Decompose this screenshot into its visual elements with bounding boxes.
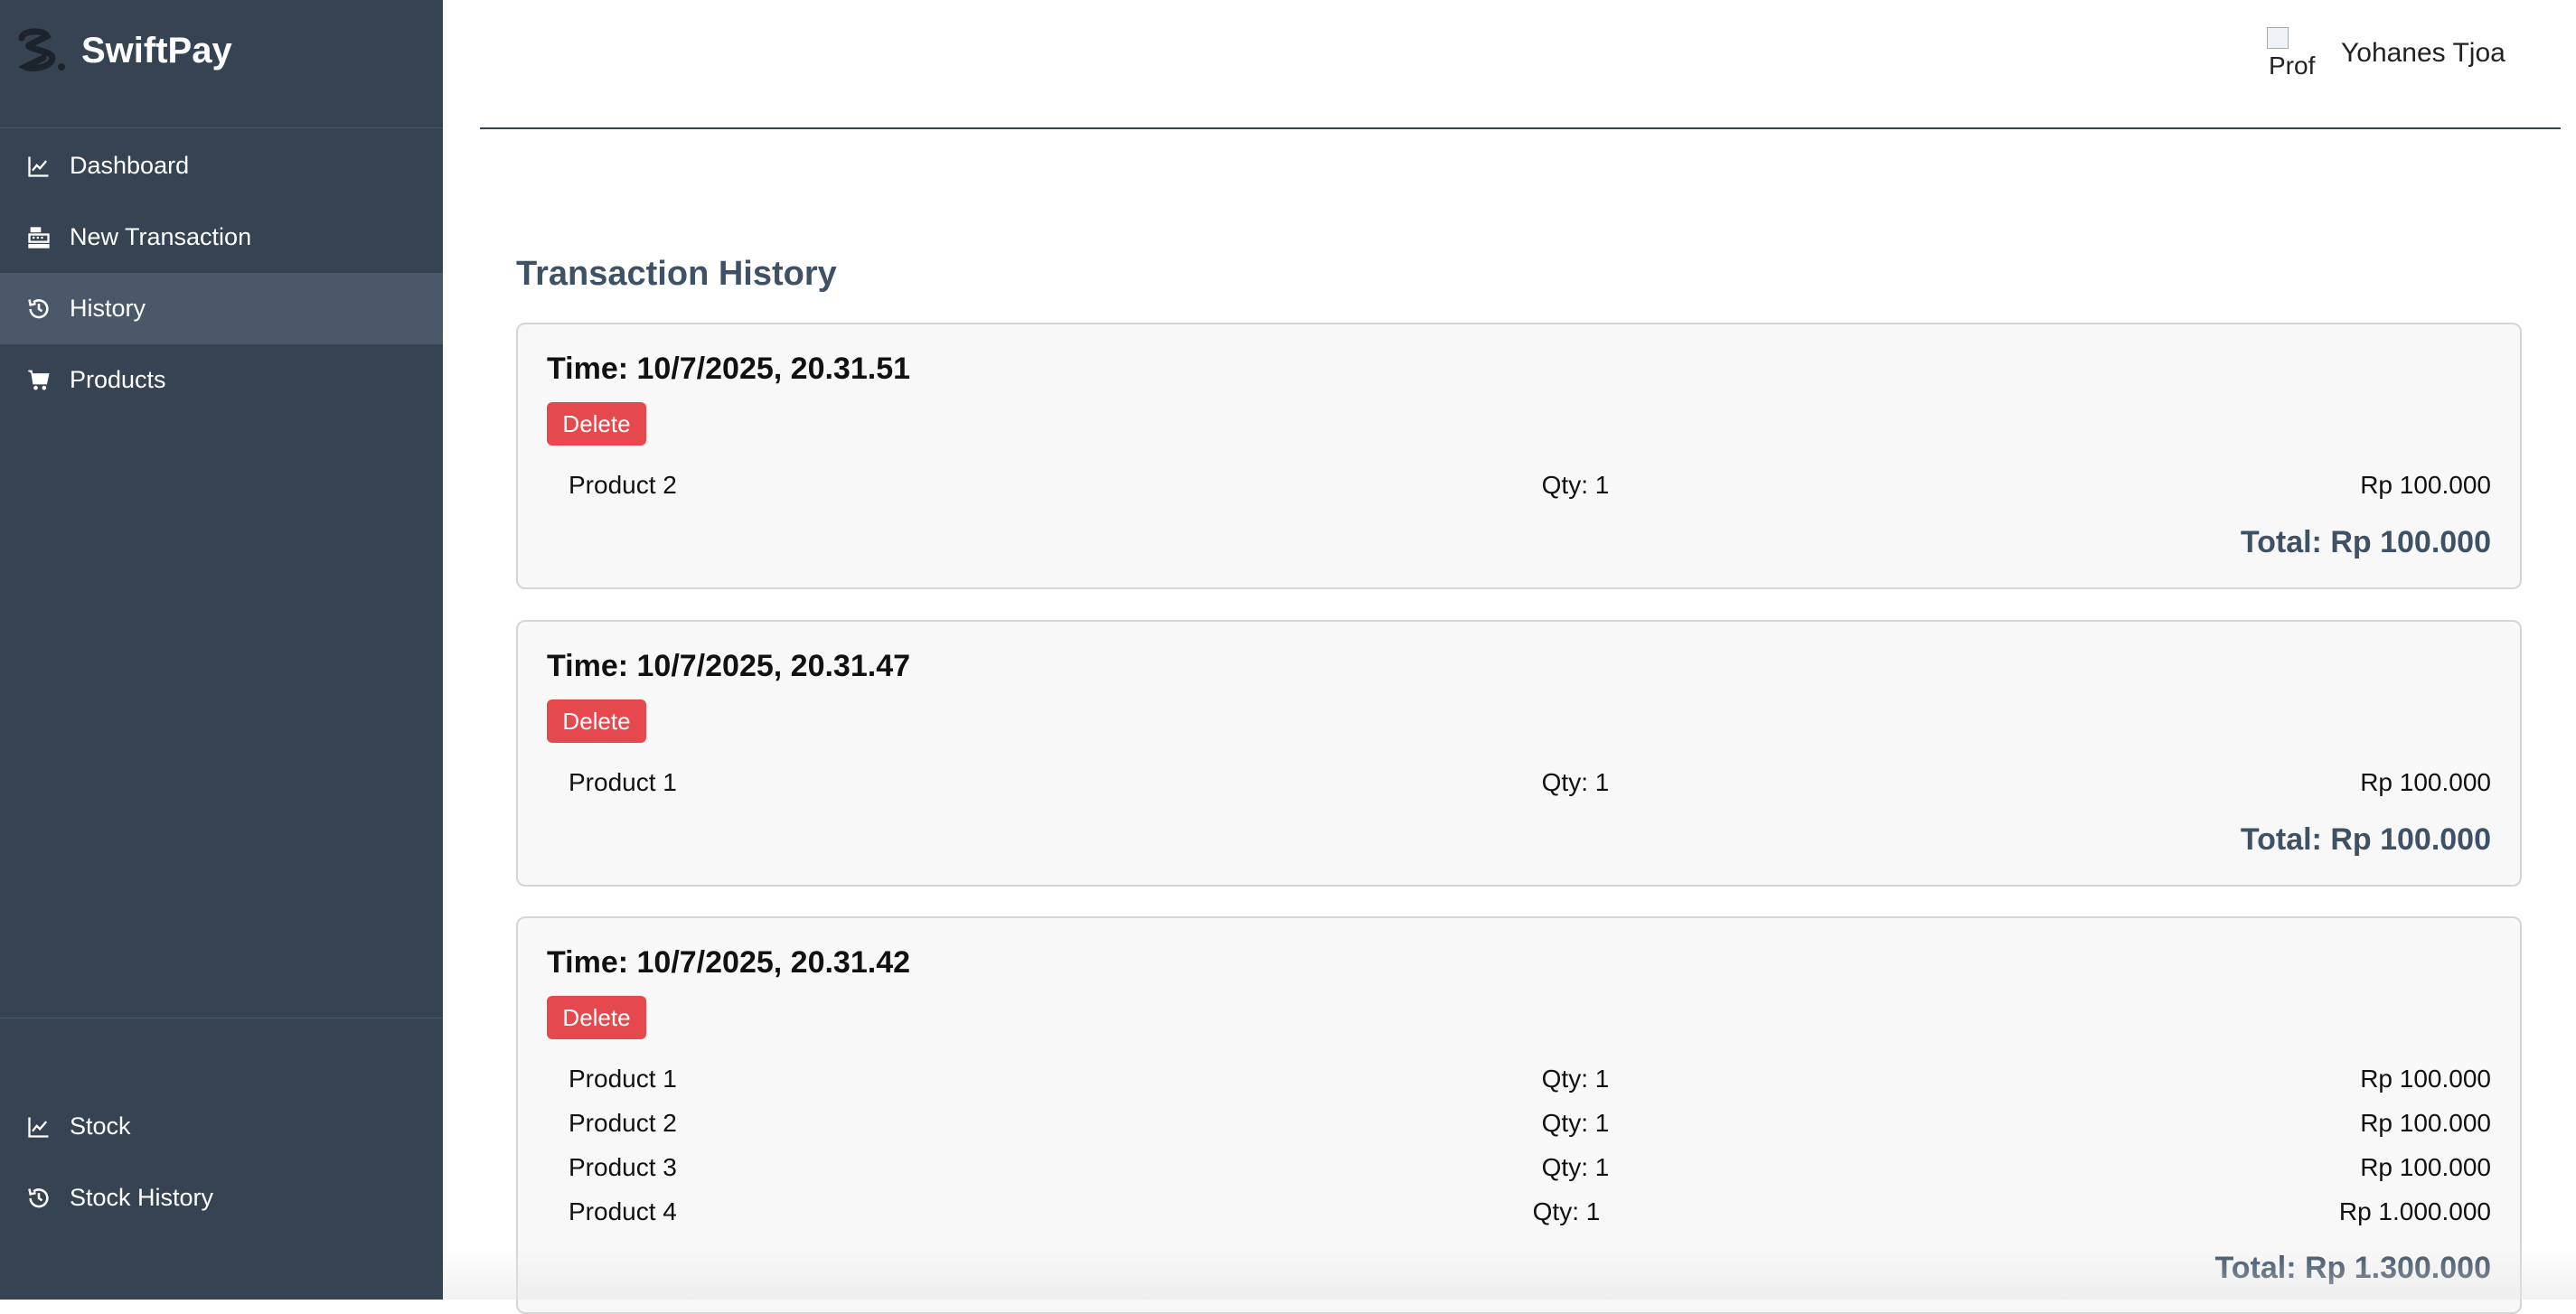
history-icon xyxy=(25,1185,52,1212)
delete-button[interactable]: Delete xyxy=(547,402,646,446)
product-name: Product 2 xyxy=(569,1109,677,1137)
header-divider xyxy=(480,127,2561,129)
product-qty: Qty: 1 xyxy=(1541,1153,1610,1181)
product-name: Product 4 xyxy=(569,1197,677,1225)
sidebar-item-dashboard[interactable]: Dashboard xyxy=(0,130,443,202)
product-price: Rp 100.000 xyxy=(2360,1065,2491,1093)
product-price: Rp 1.000.000 xyxy=(2338,1197,2491,1225)
cart-icon xyxy=(25,367,52,394)
chart-line-icon xyxy=(25,1113,52,1140)
transaction-item-row: Product 1 Qty: 1 Rp 100.000 xyxy=(518,1065,2520,1101)
history-icon xyxy=(25,296,52,323)
product-price: Rp 100.000 xyxy=(2360,1109,2491,1137)
transaction-total: Total: Rp 100.000 xyxy=(2240,822,2491,857)
avatar-alt-text: Prof xyxy=(2269,52,2316,80)
sidebar-item-label: New Transaction xyxy=(70,223,252,250)
swiftpay-logo-icon xyxy=(18,28,65,72)
chart-line-icon xyxy=(25,153,52,180)
product-qty: Qty: 1 xyxy=(1541,768,1610,796)
transaction-time: Time: 10/7/2025, 20.31.42 xyxy=(547,945,911,980)
transaction-card: Time: 10/7/2025, 20.31.42 Delete Product… xyxy=(516,916,2522,1314)
product-price: Rp 100.000 xyxy=(2360,768,2491,796)
product-price: Rp 100.000 xyxy=(2360,1153,2491,1181)
user-name[interactable]: Yohanes Tjoa xyxy=(2341,38,2505,69)
transaction-item-row: Product 1 Qty: 1 Rp 100.000 xyxy=(518,768,2520,804)
transaction-total: Total: Rp 100.000 xyxy=(2240,525,2491,559)
product-name: Product 1 xyxy=(569,1065,677,1093)
transaction-card: Time: 10/7/2025, 20.31.47 Delete Product… xyxy=(516,620,2522,887)
cash-register-icon xyxy=(25,224,52,251)
broken-image-icon xyxy=(2267,27,2289,49)
sidebar-item-label: Dashboard xyxy=(70,152,190,179)
sidebar-item-label: History xyxy=(70,295,146,322)
transaction-card: Time: 10/7/2025, 20.31.51 Delete Product… xyxy=(516,323,2522,589)
product-qty: Qty: 1 xyxy=(1541,1109,1610,1137)
transaction-time: Time: 10/7/2025, 20.31.47 xyxy=(547,649,911,683)
sidebar-item-label: Products xyxy=(70,366,166,393)
delete-button[interactable]: Delete xyxy=(547,996,646,1039)
product-name: Product 1 xyxy=(569,768,677,796)
app-name: SwiftPay xyxy=(81,31,232,70)
transaction-item-row: Product 4 Qty: 1 Rp 1.000.000 xyxy=(518,1197,2520,1234)
product-name: Product 3 xyxy=(569,1153,677,1181)
product-qty: Qty: 1 xyxy=(1532,1197,1601,1225)
sidebar-item-label: Stock History xyxy=(70,1184,214,1211)
sidebar: SwiftPay Dashboard New Transaction Histo… xyxy=(0,0,443,1300)
sidebar-item-products[interactable]: Products xyxy=(0,344,443,416)
sidebar-item-new-transaction[interactable]: New Transaction xyxy=(0,202,443,273)
page-title: Transaction History xyxy=(516,255,837,293)
brand[interactable]: SwiftPay xyxy=(0,0,443,128)
transaction-time: Time: 10/7/2025, 20.31.51 xyxy=(547,352,911,386)
sidebar-item-stock[interactable]: Stock xyxy=(0,1091,443,1162)
sidebar-item-history[interactable]: History xyxy=(0,273,443,344)
transaction-item-row: Product 2 Qty: 1 Rp 100.000 xyxy=(518,1109,2520,1145)
product-name: Product 2 xyxy=(569,471,677,499)
product-price: Rp 100.000 xyxy=(2360,471,2491,499)
product-qty: Qty: 1 xyxy=(1541,1065,1610,1093)
transaction-item-row: Product 3 Qty: 1 Rp 100.000 xyxy=(518,1153,2520,1189)
sidebar-item-label: Stock xyxy=(70,1112,131,1140)
product-qty: Qty: 1 xyxy=(1541,471,1610,499)
sidebar-item-stock-history[interactable]: Stock History xyxy=(0,1162,443,1234)
transaction-item-row: Product 2 Qty: 1 Rp 100.000 xyxy=(518,471,2520,507)
avatar[interactable]: Prof xyxy=(2267,27,2319,80)
delete-button[interactable]: Delete xyxy=(547,699,646,743)
transaction-total: Total: Rp 1.300.000 xyxy=(2214,1251,2492,1285)
